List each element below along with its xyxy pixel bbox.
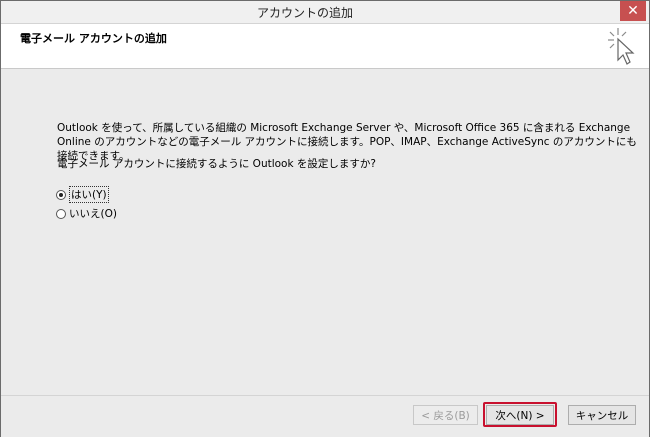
page-title: 電子メール アカウントの追加: [20, 32, 167, 45]
wizard-header: 電子メール アカウントの追加: [1, 24, 649, 69]
next-button[interactable]: 次へ(N) >: [486, 405, 554, 425]
add-account-dialog: アカウントの追加 ✕ 電子メール アカウントの追加 Outlook を使って、所…: [0, 0, 650, 437]
close-button[interactable]: ✕: [620, 1, 646, 21]
close-icon: ✕: [627, 3, 639, 19]
radio-no-label[interactable]: いいえ(O): [69, 206, 117, 221]
question-text: 電子メール アカウントに接続するように Outlook を設定しますか?: [57, 158, 376, 170]
radio-yes-label[interactable]: はい(Y): [69, 186, 109, 203]
wizard-content: Outlook を使って、所属している組織の Microsoft Exchang…: [1, 69, 649, 395]
cancel-button[interactable]: キャンセル: [568, 405, 636, 425]
cursor-sparkle-icon: [608, 28, 635, 65]
title-bar: アカウントの追加 ✕: [1, 1, 649, 24]
back-button[interactable]: < 戻る(B): [413, 405, 478, 425]
window-title: アカウントの追加: [256, 6, 353, 20]
radio-yes[interactable]: はい(Y): [56, 186, 109, 203]
radio-no[interactable]: いいえ(O): [56, 206, 117, 221]
radio-no-button[interactable]: [56, 208, 66, 219]
radio-yes-button[interactable]: [56, 189, 66, 200]
wizard-footer: < 戻る(B) 次へ(N) > キャンセル: [1, 395, 649, 437]
